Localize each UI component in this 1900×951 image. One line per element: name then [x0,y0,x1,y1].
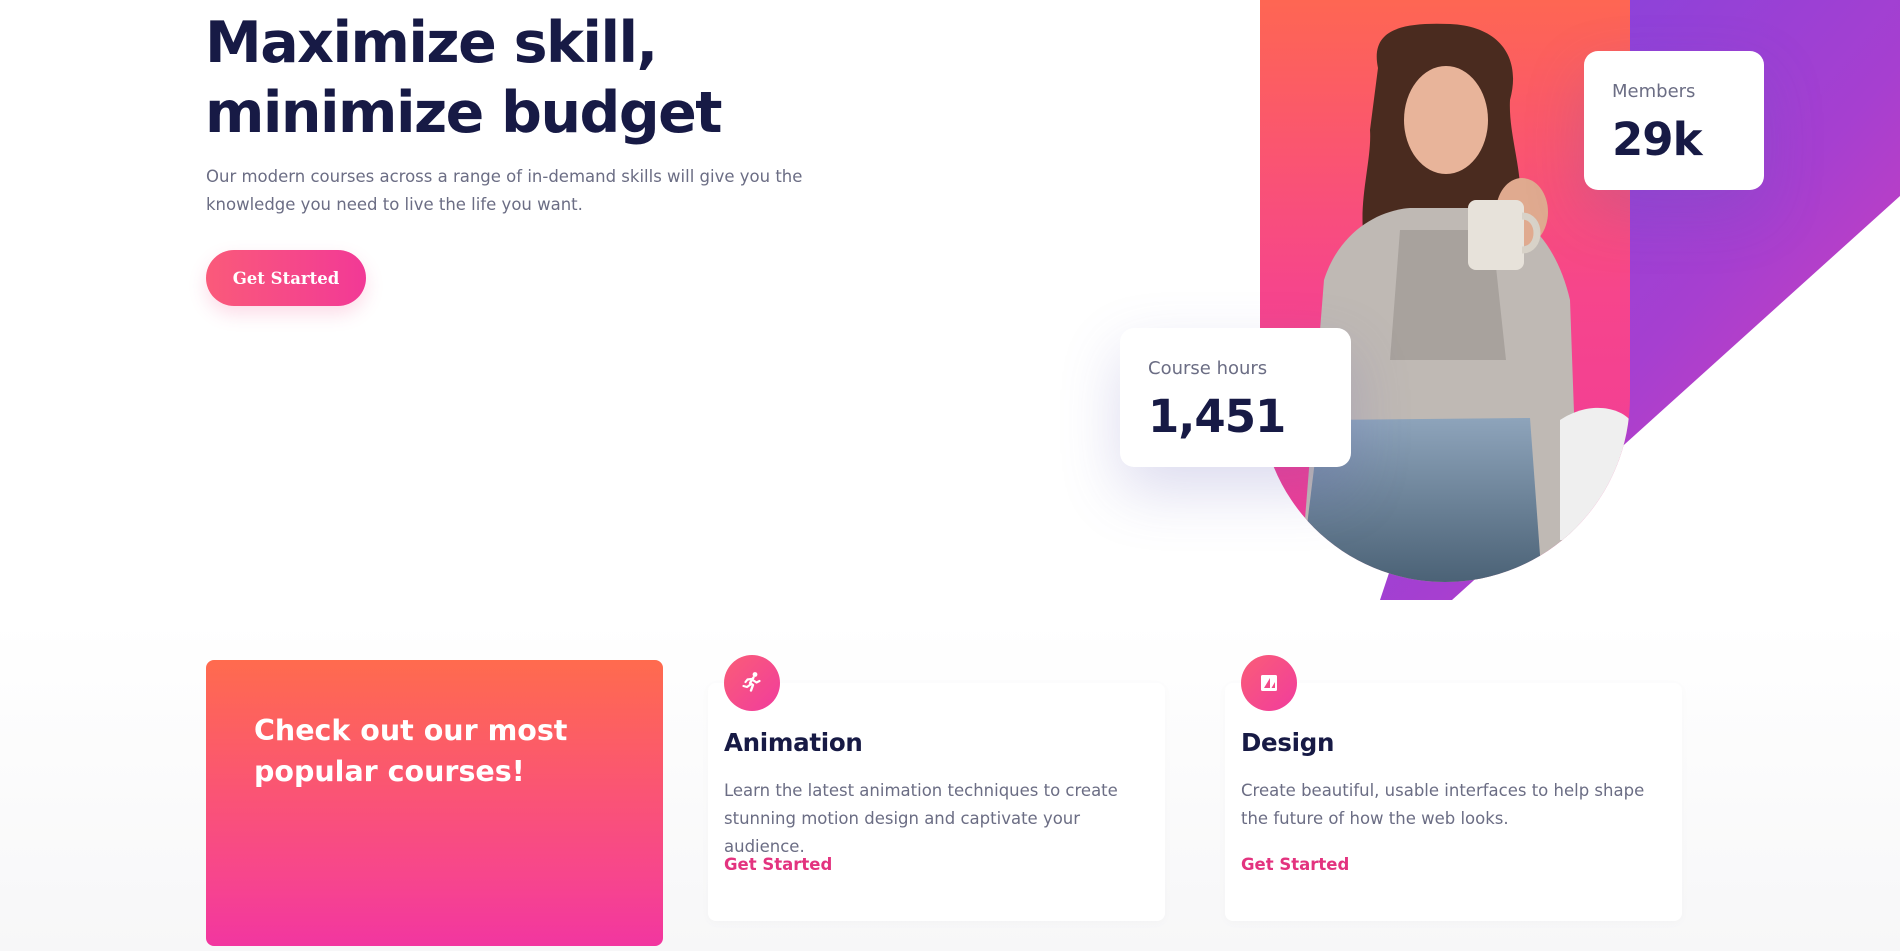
popular-courses-promo: Check out our most popular courses! [206,660,663,946]
course-title-animation: Animation [724,728,863,757]
course-hours-label: Course hours [1148,358,1268,379]
design-tool-icon [1241,655,1297,711]
course-card-animation: Animation Learn the latest animation tec… [708,655,1165,921]
course-description-animation: Learn the latest animation techniques to… [724,781,1118,856]
hero-visual [1050,0,1900,600]
hero-section: Maximize skill, minimize budget Our mode… [0,0,1900,620]
get-started-button[interactable]: Get Started [206,250,366,306]
course-card-design: Design Create beautiful, usable interfac… [1225,655,1682,921]
members-value: 29k [1612,113,1703,166]
members-stat-card: Members 29k [1584,51,1764,190]
course-hours-stat-card: Course hours 1,451 [1120,328,1351,467]
hero-description: Our modern courses across a range of in-… [206,167,803,214]
promo-title: Check out our most popular courses! [254,714,568,788]
design-get-started-link[interactable]: Get Started [1241,855,1349,874]
running-figure-icon [724,655,780,711]
animation-get-started-link[interactable]: Get Started [724,855,832,874]
course-hours-value: 1,451 [1148,390,1286,443]
hero-title: Maximize skill, minimize budget [205,10,723,146]
members-label: Members [1612,81,1696,102]
course-title-design: Design [1241,728,1335,757]
portrait-photo [1260,0,1630,582]
course-description-design: Create beautiful, usable interfaces to h… [1241,781,1645,828]
